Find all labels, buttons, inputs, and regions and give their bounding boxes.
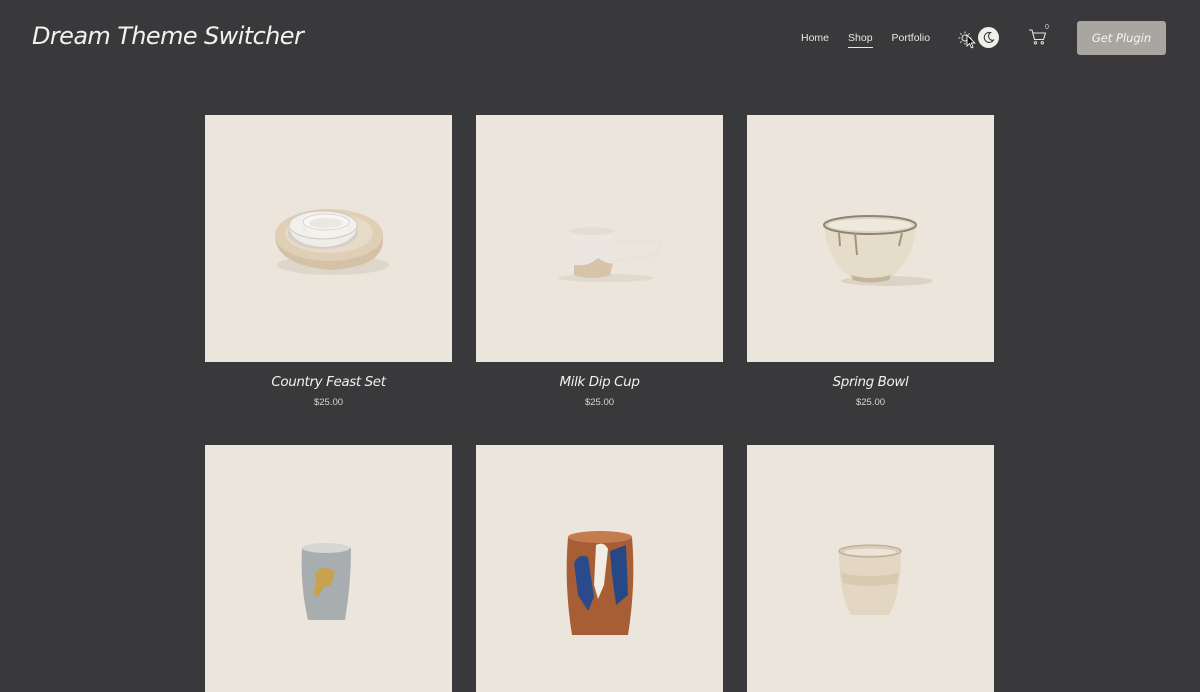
main-nav: Home Shop Portfolio [801, 32, 949, 48]
product-card[interactable]: Country Feast Set $25.00 [205, 115, 452, 408]
nav-shop[interactable]: Shop [848, 32, 873, 48]
brand-logo[interactable]: Dream Theme Switcher [32, 22, 304, 50]
blue-brown-vase-image[interactable] [476, 445, 723, 692]
get-plugin-button[interactable]: Get Plugin [1077, 21, 1166, 55]
product-price: $25.00 [855, 397, 886, 408]
nav-portfolio[interactable]: Portfolio [892, 32, 931, 48]
cart-count-badge: 0 [1045, 24, 1049, 31]
moon-icon [983, 31, 995, 43]
nested-bowls-image[interactable] [205, 115, 452, 362]
product-card[interactable]: Spring Bowl $25.00 [747, 115, 994, 408]
product-price: $25.00 [584, 397, 615, 408]
product-name[interactable]: Milk Dip Cup [476, 374, 723, 390]
product-price: $25.00 [313, 397, 344, 408]
nav-home[interactable]: Home [801, 32, 829, 48]
dark-mode-button[interactable] [978, 27, 999, 48]
cup-image[interactable] [476, 115, 723, 362]
product-card[interactable] [476, 445, 723, 692]
product-card[interactable]: Milk Dip Cup $25.00 [476, 115, 723, 408]
product-card[interactable] [205, 445, 452, 692]
product-name[interactable]: Country Feast Set [205, 374, 452, 390]
mouse-pointer-icon [966, 34, 976, 49]
product-card[interactable] [747, 445, 994, 692]
painted-tumbler-image[interactable] [205, 445, 452, 692]
small-cup-image[interactable] [747, 445, 994, 692]
product-name[interactable]: Spring Bowl [747, 374, 994, 390]
bowl-image[interactable] [747, 115, 994, 362]
